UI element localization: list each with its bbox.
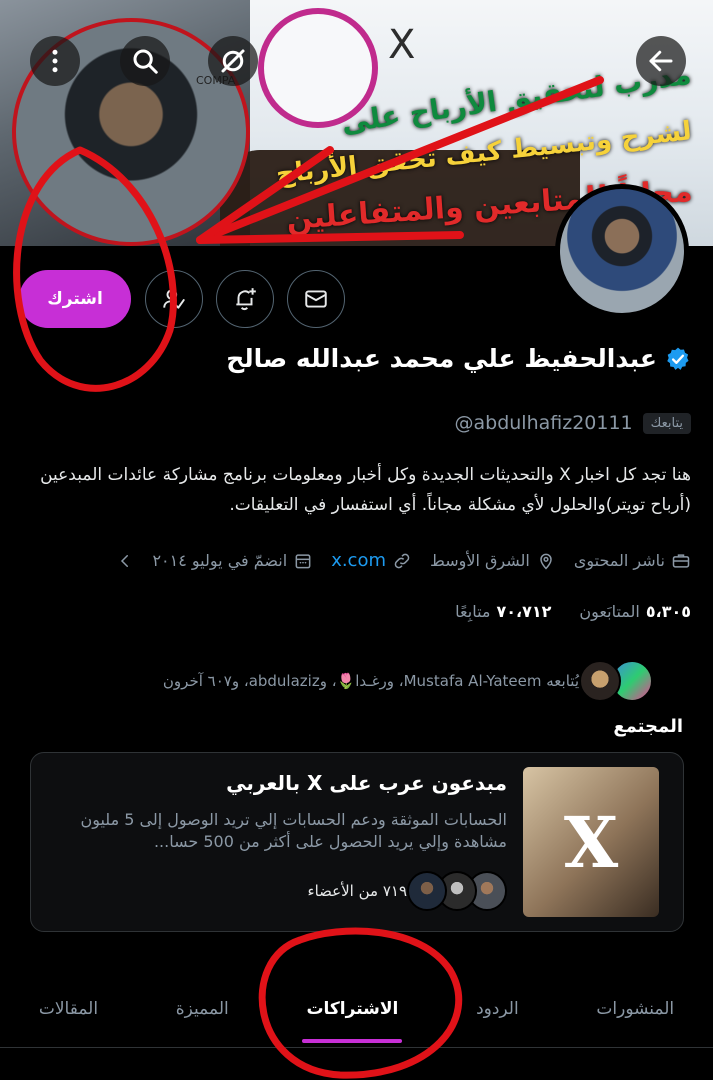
member-avatar [407,871,447,911]
community-image: X [523,767,659,917]
followers-stat[interactable]: ٧٠،٧١٢ متابِعًا [455,602,551,621]
tab-posts[interactable]: المنشورات [558,970,713,1047]
profile-bio: هنا تجد كل اخبار X والتحديثات الجديدة وك… [40,465,691,515]
profile-name-row: عبدالحفيظ علي محمد عبدالله صالح [226,344,691,373]
followed-by-row[interactable]: يُتابعه Mustafa Al-Yateem، ورغـدا🌷، وabd… [163,660,653,702]
banner-x-logo: X [388,22,416,68]
meta-joined: انضمّ في يوليو ٢٠١٤ [152,551,313,571]
verified-badge-icon[interactable] [665,346,691,372]
briefcase-icon [672,553,690,568]
meta-location: الشرق الأوسط [430,551,556,571]
calendar-icon [295,553,311,568]
meta-joined-text: انضمّ في يوليو ٢٠١٤ [152,551,288,570]
profile-meta-row: ناشر المحتوى الشرق الأوسط x.com انضمّ في… [116,550,691,571]
grok-icon [221,49,245,73]
following-button[interactable] [145,270,203,328]
notifications-button[interactable] [216,270,274,328]
followed-by-avatars [579,660,653,702]
tab-articles[interactable]: المقالات [0,970,137,1047]
location-pin-icon [540,553,552,570]
person-check-icon [163,289,185,309]
community-card[interactable]: X مبدعون عرب على X بالعربي الحسابات المو… [30,752,684,932]
back-button[interactable] [636,36,686,86]
meta-category: ناشر المحتوى [574,551,691,571]
profile-tabs: المنشورات الردود الاشتراكات المميزة المق… [0,970,713,1048]
handle-row: @abdulhafiz20111 يتابعك [454,412,691,434]
tab-highlights[interactable]: المميزة [137,970,268,1047]
more-button[interactable] [30,36,80,86]
chevron-left-icon[interactable] [116,552,134,570]
followed-by-text: يُتابعه Mustafa Al-Yateem، ورغـدا🌷، وabd… [162,672,579,690]
followers-count: ٧٠،٧١٢ [496,602,552,621]
grok-button[interactable] [208,36,258,86]
following-label: المتابَعون [579,602,640,621]
search-button[interactable] [120,36,170,86]
follow-stats: ٥،٣٠٥ المتابَعون ٧٠،٧١٢ متابِعًا [455,602,691,621]
meta-link[interactable]: x.com [331,550,412,571]
community-title: مبدعون عرب على X بالعربي [226,771,507,795]
follower-avatar [579,660,621,702]
envelope-icon [305,290,327,308]
follows-you-badge: يتابعك [642,412,691,434]
community-members: ٧١٩ من الأعضاء [308,871,507,911]
meta-category-text: ناشر المحتوى [573,551,665,570]
followers-label: متابِعًا [455,602,491,621]
community-heading: المجتمع [613,716,683,737]
member-avatars [407,871,507,911]
tab-replies[interactable]: الردود [437,970,557,1047]
message-button[interactable] [287,270,345,328]
community-members-count: ٧١٩ من الأعضاء [307,882,407,900]
bell-plus-icon [236,288,256,311]
profile-name: عبدالحفيظ علي محمد عبدالله صالح [226,344,657,373]
profile-avatar[interactable] [555,184,689,318]
subscribe-button[interactable]: اشترك [19,270,131,328]
more-vertical-icon [52,49,58,73]
following-count: ٥،٣٠٥ [645,602,691,621]
search-icon [133,49,158,74]
arrow-left-icon [649,50,673,72]
following-stat[interactable]: ٥،٣٠٥ المتابَعون [579,602,691,621]
link-icon [394,553,410,568]
community-description: الحسابات الموثقة ودعم الحسابات إلي تريد … [80,810,507,851]
meta-link-text[interactable]: x.com [331,550,386,571]
tab-subscriptions[interactable]: الاشتراكات [268,970,438,1047]
profile-handle: @abdulhafiz20111 [454,412,633,434]
meta-location-text: الشرق الأوسط [430,551,530,570]
